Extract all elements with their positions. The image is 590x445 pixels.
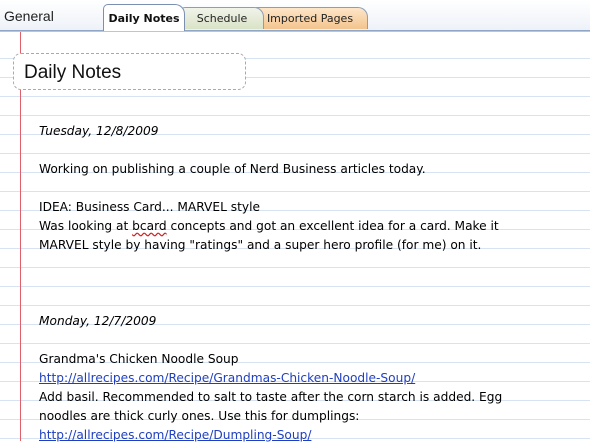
- tab-daily-notes[interactable]: Daily Notes: [103, 4, 185, 31]
- tab-label: Imported Pages: [266, 12, 354, 25]
- page-title[interactable]: Daily Notes: [24, 62, 121, 84]
- note-text-segment: concepts and got an excellent idea for a…: [166, 219, 499, 233]
- note-text-segment: Was looking at: [39, 219, 133, 233]
- tab-label: Daily Notes: [108, 11, 180, 25]
- entry-date[interactable]: Monday, 12/7/2009: [39, 312, 584, 331]
- note-heading[interactable]: Grandma's Chicken Noodle Soup: [39, 350, 584, 369]
- notebook-title[interactable]: General: [4, 8, 54, 24]
- note-page[interactable]: Daily Notes Tuesday, 12/8/2009 Working o…: [0, 31, 590, 442]
- note-text[interactable]: MARVEL style by having "ratings" and a s…: [39, 236, 584, 255]
- note-text[interactable]: Working on publishing a couple of Nerd B…: [39, 160, 584, 179]
- note-text[interactable]: IDEA: Business Card... MARVEL style: [39, 198, 584, 217]
- page-margin-line: [20, 32, 21, 441]
- recipe-link[interactable]: http://allrecipes.com/Recipe/Grandmas-Ch…: [39, 371, 415, 385]
- tab-label: Schedule: [196, 12, 248, 25]
- note-text[interactable]: noodles are thick curly ones. Use this f…: [39, 407, 584, 426]
- misspelled-word[interactable]: bcard: [132, 219, 166, 233]
- entry-date[interactable]: Tuesday, 12/8/2009: [39, 122, 584, 141]
- tab-schedule[interactable]: Schedule: [180, 7, 264, 29]
- note-content[interactable]: Tuesday, 12/8/2009 Working on publishing…: [39, 122, 584, 445]
- page-title-box[interactable]: Daily Notes: [13, 53, 246, 90]
- tab-imported-pages[interactable]: Imported Pages: [252, 7, 368, 29]
- note-text[interactable]: Add basil. Recommended to salt to taste …: [39, 388, 584, 407]
- note-text[interactable]: Was looking at bcard concepts and got an…: [39, 217, 584, 236]
- section-tab-bar: General Imported Pages Schedule Daily No…: [0, 0, 590, 31]
